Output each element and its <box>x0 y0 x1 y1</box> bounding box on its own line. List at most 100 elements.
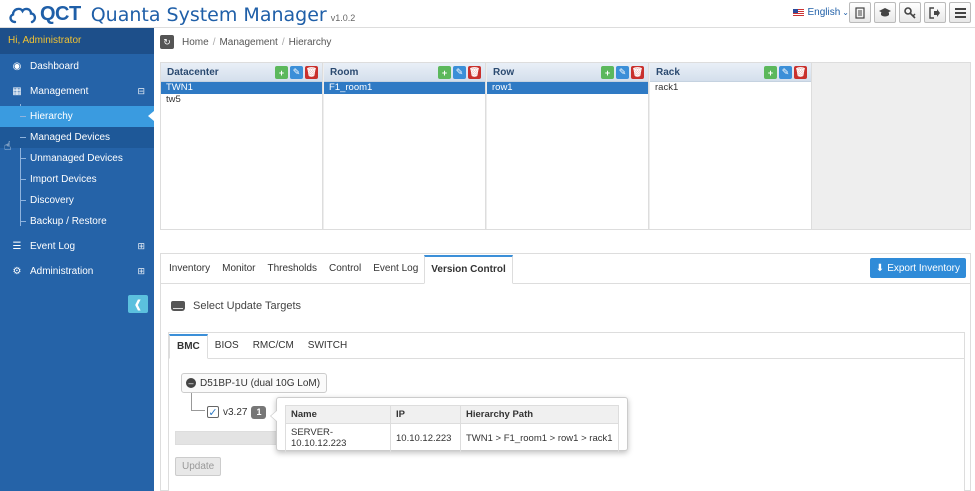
sidebar-item-import-devices[interactable]: Import Devices <box>0 169 154 190</box>
row-row[interactable]: row1 <box>487 82 648 94</box>
column-header-name: Name <box>285 405 391 424</box>
logout-button[interactable] <box>924 2 946 23</box>
model-node-label: D51BP-1U (dual 10G LoM) <box>200 377 321 389</box>
add-rack-button[interactable]: + <box>764 66 777 79</box>
nav-event-log[interactable]: ☰ Event Log ⊞ <box>0 234 154 259</box>
management-submenu: Hierarchy Managed Devices Unmanaged Devi… <box>0 104 154 234</box>
download-icon: ⬇ <box>875 262 885 274</box>
document-icon <box>855 6 865 19</box>
tab-inventory[interactable]: Inventory <box>163 254 216 283</box>
minus-circle-icon[interactable]: – <box>186 378 196 388</box>
version-checkbox[interactable]: ✓ <box>207 406 219 419</box>
delete-datacenter-button[interactable]: 🗑 <box>305 66 318 79</box>
table-row: SERVER-10.10.12.223 10.10.12.223 TWN1 > … <box>285 423 619 453</box>
tab-rmc-cm[interactable]: RMC/CM <box>246 333 301 358</box>
add-room-button[interactable]: + <box>438 66 451 79</box>
tab-version-control[interactable]: Version Control <box>424 255 513 284</box>
table-header-row: Name IP Hierarchy Path <box>285 405 619 424</box>
sidebar-collapse-button[interactable]: ❰ <box>128 295 148 313</box>
plus-icon: + <box>767 67 774 78</box>
plus-icon: + <box>604 67 611 78</box>
language-selector[interactable]: English ⌄ <box>793 7 849 18</box>
export-inventory-label: Export Inventory <box>887 262 960 274</box>
edit-rack-button[interactable]: ✎ <box>779 66 792 79</box>
version-leaf[interactable]: ✓ v3.27 1 <box>207 403 267 421</box>
tab-thresholds[interactable]: Thresholds <box>262 254 323 283</box>
breadcrumb-home[interactable]: Home <box>182 37 209 48</box>
tab-bios[interactable]: BIOS <box>208 333 246 358</box>
update-button[interactable]: Update <box>175 457 222 476</box>
sidebar-item-unmanaged-devices[interactable]: Unmanaged Devices <box>0 148 154 169</box>
breadcrumb-hierarchy: Hierarchy <box>288 36 332 48</box>
delete-rack-button[interactable]: 🗑 <box>794 66 807 79</box>
sidebar-item-backup-restore[interactable]: Backup / Restore <box>0 211 154 232</box>
us-flag-icon <box>793 8 805 17</box>
key-button[interactable] <box>899 2 921 23</box>
expand-plus-icon: ⊞ <box>137 241 145 251</box>
cloud-logo-icon <box>9 7 37 23</box>
hdd-icon <box>171 301 185 311</box>
trash-icon: 🗑 <box>305 67 318 77</box>
room-header: Room + ✎ 🗑 <box>324 63 485 82</box>
row-title: Row <box>493 66 515 78</box>
refresh-button[interactable]: ↻ <box>160 35 174 49</box>
sidebar-item-hierarchy[interactable]: Hierarchy <box>0 106 154 127</box>
room-row[interactable]: F1_room1 <box>324 82 485 94</box>
app-logo[interactable]: QCT Quanta System Manager v1.0.2 <box>8 3 355 26</box>
nav-administration-label: Administration <box>30 266 94 277</box>
trash-icon: 🗑 <box>468 67 481 77</box>
tab-event-log[interactable]: Event Log <box>367 254 424 283</box>
add-row-button[interactable]: + <box>601 66 614 79</box>
export-inventory-button[interactable]: ⬇ Export Inventory <box>869 258 966 278</box>
tab-bmc[interactable]: BMC <box>169 334 208 359</box>
edit-row-button[interactable]: ✎ <box>616 66 629 79</box>
breadcrumb-management[interactable]: Management <box>219 37 277 48</box>
menu-button[interactable] <box>949 2 971 23</box>
datacenter-row[interactable]: TWN1 <box>161 82 322 94</box>
app-version: v1.0.2 <box>330 12 356 23</box>
tab-control[interactable]: Control <box>323 254 367 283</box>
cell-hierarchy-path: TWN1 > F1_room1 > row1 > rack1 <box>460 423 619 453</box>
nav-dashboard[interactable]: ◉ Dashboard <box>0 54 154 79</box>
count-badge: 1 <box>251 405 267 419</box>
help-button[interactable] <box>874 2 896 23</box>
rack-row[interactable]: rack1 <box>650 82 811 94</box>
sidebar: Hi, Administrator ◉ Dashboard ▦ Manageme… <box>0 28 154 491</box>
chevron-down-icon: ⌄ <box>842 8 849 17</box>
trash-icon: 🗑 <box>794 67 807 77</box>
nav-management[interactable]: ▦ Management ⊟ <box>0 79 154 104</box>
collapse-minus-icon: ⊟ <box>137 86 145 96</box>
delete-room-button[interactable]: 🗑 <box>468 66 481 79</box>
cell-name: SERVER-10.10.12.223 <box>285 423 391 453</box>
document-button[interactable] <box>849 2 871 23</box>
tab-switch[interactable]: SWITCH <box>301 333 354 358</box>
hierarchy-panel: Datacenter + ✎ 🗑 TWN1 tw5 Room + ✎ 🗑 F1_… <box>160 62 971 230</box>
trash-icon: 🗑 <box>631 67 644 77</box>
model-tree-node[interactable]: – D51BP-1U (dual 10G LoM) <box>181 373 328 393</box>
plus-icon: + <box>278 67 285 78</box>
list-icon: ☰ <box>12 241 22 252</box>
sidebar-item-discovery[interactable]: Discovery <box>0 190 154 211</box>
edit-icon: ✎ <box>618 67 627 77</box>
dashboard-icon: ◉ <box>12 61 22 72</box>
tab-monitor[interactable]: Monitor <box>216 254 261 283</box>
delete-row-button[interactable]: 🗑 <box>631 66 644 79</box>
nav-dashboard-label: Dashboard <box>30 61 79 72</box>
room-column: Room + ✎ 🗑 F1_room1 <box>324 63 486 229</box>
rack-title: Rack <box>656 66 680 78</box>
sidebar-item-managed-devices[interactable]: Managed Devices <box>0 127 154 148</box>
add-datacenter-button[interactable]: + <box>275 66 288 79</box>
device-tabs-panel: Inventory Monitor Thresholds Control Eve… <box>160 253 971 491</box>
edit-room-button[interactable]: ✎ <box>453 66 466 79</box>
datacenter-column: Datacenter + ✎ 🗑 TWN1 tw5 <box>161 63 323 229</box>
section-title-text: Select Update Targets <box>193 300 302 312</box>
row-column: Row + ✎ 🗑 row1 <box>487 63 649 229</box>
refresh-icon: ↻ <box>163 36 171 47</box>
expand-plus-icon: ⊞ <box>137 266 145 276</box>
row-header: Row + ✎ 🗑 <box>487 63 648 82</box>
nav-administration[interactable]: ⚙ Administration ⊞ <box>0 259 154 284</box>
datacenter-row[interactable]: tw5 <box>161 94 322 106</box>
logo-text: QCT <box>40 3 81 25</box>
edit-datacenter-button[interactable]: ✎ <box>290 66 303 79</box>
edit-icon: ✎ <box>781 67 790 77</box>
